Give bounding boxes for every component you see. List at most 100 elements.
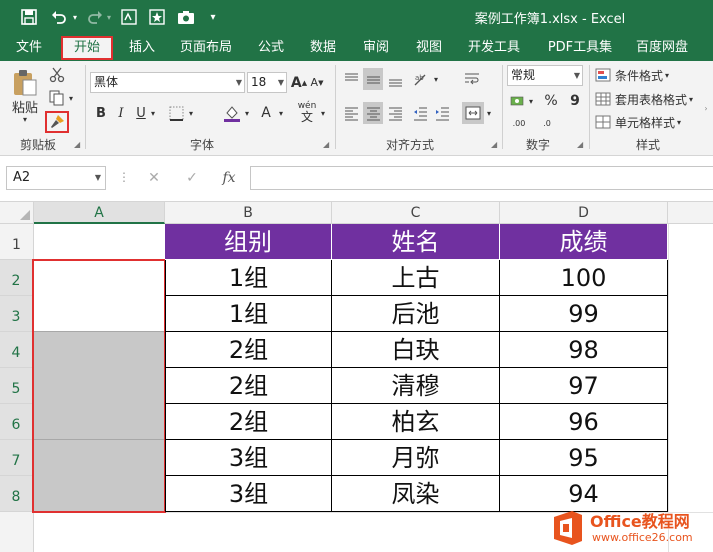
percent-button[interactable]: % [541, 91, 561, 111]
table-cell[interactable]: 96 [500, 404, 668, 440]
number-launcher-icon[interactable]: ◢ [577, 140, 583, 149]
redo-dropdown-icon[interactable]: ▾ [104, 6, 114, 28]
increase-decimal-button[interactable]: .00 [507, 113, 531, 133]
align-left-icon[interactable] [341, 102, 361, 124]
table-cell[interactable]: 1组 [165, 260, 332, 296]
grow-font-button[interactable]: A ▲ [291, 72, 307, 93]
cell-styles-button[interactable]: 单元格样式 ▾ [595, 112, 687, 132]
column-header-a[interactable]: A [34, 202, 165, 224]
accounting-icon[interactable] [507, 91, 527, 111]
table-cell[interactable]: 95 [500, 440, 668, 476]
font-name-select[interactable]: 黑体 ▼ [90, 72, 245, 93]
row-header-9[interactable] [0, 512, 34, 552]
row-header-8[interactable]: 8 [0, 476, 34, 512]
table-cell[interactable]: 3组 [165, 440, 332, 476]
phonetic-button[interactable]: wén 文 [296, 100, 318, 124]
table-cell[interactable]: 上古 [332, 260, 500, 296]
cut-icon[interactable] [47, 65, 67, 85]
align-center-icon[interactable] [363, 102, 383, 124]
font-color-dropdown-icon[interactable]: ▾ [277, 106, 285, 120]
cancel-edit-button[interactable]: ✕ [143, 168, 165, 188]
table-cell[interactable]: 99 [500, 296, 668, 332]
font-size-select[interactable]: 18 ▼ [247, 72, 287, 93]
table-cell[interactable]: 2组 [165, 368, 332, 404]
wrap-text-icon[interactable] [462, 68, 482, 90]
table-header-cell[interactable]: 组别 [165, 224, 332, 260]
underline-button[interactable]: U [133, 102, 149, 124]
increase-indent-icon[interactable] [432, 102, 452, 124]
save-icon[interactable] [18, 6, 40, 28]
row-header-5[interactable]: 5 [0, 368, 34, 404]
table-cell[interactable]: 清穆 [332, 368, 500, 404]
shrink-font-button[interactable]: A ▼ [309, 72, 325, 93]
table-cell[interactable]: 3组 [165, 476, 332, 512]
border-dropdown-icon[interactable]: ▾ [187, 106, 195, 120]
tab-file[interactable]: 文件 [8, 34, 50, 61]
table-cell[interactable]: 凤染 [332, 476, 500, 512]
tab-view[interactable]: 视图 [408, 34, 450, 61]
paste-button[interactable]: 粘贴 [8, 65, 42, 119]
tab-home[interactable]: 开始 [61, 36, 113, 60]
tab-data[interactable]: 数据 [302, 34, 344, 61]
conditional-formatting-button[interactable]: 条件格式 ▾ [595, 65, 687, 85]
decrease-indent-icon[interactable] [410, 102, 430, 124]
table-cell[interactable]: 98 [500, 332, 668, 368]
tab-formulas[interactable]: 公式 [250, 34, 292, 61]
orientation-icon[interactable]: ab [410, 68, 432, 90]
camera-icon[interactable] [174, 6, 198, 28]
insert-function-button[interactable]: fx [217, 168, 241, 188]
format-painter-button[interactable] [45, 111, 69, 133]
fill-color-icon[interactable] [222, 102, 242, 124]
undo-icon[interactable] [48, 6, 70, 28]
phonetic-dropdown-icon[interactable]: ▾ [319, 106, 327, 120]
align-top-icon[interactable] [341, 68, 361, 90]
confirm-edit-button[interactable]: ✓ [181, 168, 203, 188]
row-header-3[interactable]: 3 [0, 296, 34, 332]
copy-icon[interactable] [47, 88, 67, 108]
number-format-select[interactable]: 常规 ▼ [507, 65, 583, 86]
clipboard-launcher-icon[interactable]: ◢ [74, 140, 80, 149]
comma-style-button[interactable]: 9 [565, 91, 585, 111]
align-bottom-icon[interactable] [385, 68, 405, 90]
row-header-1[interactable]: 1 [0, 224, 34, 260]
form-icon[interactable] [118, 6, 140, 28]
table-cell[interactable]: 2组 [165, 404, 332, 440]
column-header-d[interactable]: D [500, 202, 668, 224]
font-launcher-icon[interactable]: ◢ [323, 140, 329, 149]
merge-dropdown-icon[interactable]: ▾ [485, 106, 493, 120]
select-all-corner[interactable] [0, 202, 34, 224]
table-header-cell[interactable]: 成绩 [500, 224, 668, 260]
undo-dropdown-icon[interactable]: ▾ [70, 6, 80, 28]
tab-developer[interactable]: 开发工具 [462, 34, 526, 61]
bold-button[interactable]: B [93, 102, 109, 124]
favorite-star-icon[interactable] [146, 6, 168, 28]
format-as-table-button[interactable]: 套用表格格式 ▾ [595, 89, 701, 109]
tab-insert[interactable]: 插入 [120, 34, 164, 61]
table-header-cell[interactable]: 姓名 [332, 224, 500, 260]
column-header-e[interactable] [668, 202, 713, 224]
collapse-ribbon-icon[interactable]: › [700, 61, 712, 156]
decrease-decimal-button[interactable]: .0 [535, 113, 559, 133]
underline-dropdown-icon[interactable]: ▾ [149, 106, 157, 120]
tab-baidu-netdisk[interactable]: 百度网盘 [630, 34, 694, 61]
row-header-2[interactable]: 2 [0, 260, 34, 296]
table-cell[interactable]: 白玦 [332, 332, 500, 368]
row-header-7[interactable]: 7 [0, 440, 34, 476]
italic-button[interactable]: I [113, 102, 129, 124]
merge-center-button[interactable] [462, 102, 484, 124]
font-color-button[interactable]: A [257, 102, 275, 124]
tab-pdf-tools[interactable]: PDF工具集 [540, 34, 620, 61]
table-cell[interactable]: 100 [500, 260, 668, 296]
table-cell[interactable]: 后池 [332, 296, 500, 332]
table-cell[interactable]: 1组 [165, 296, 332, 332]
orientation-dropdown-icon[interactable]: ▾ [432, 72, 440, 86]
formula-input[interactable] [250, 166, 713, 190]
row-header-6[interactable]: 6 [0, 404, 34, 440]
table-cell[interactable]: 97 [500, 368, 668, 404]
paste-dropdown-icon[interactable]: ▾ [18, 113, 32, 125]
tab-review[interactable]: 审阅 [355, 34, 397, 61]
tab-page-layout[interactable]: 页面布局 [174, 34, 238, 61]
align-right-icon[interactable] [385, 102, 405, 124]
fill-color-dropdown-icon[interactable]: ▾ [243, 106, 251, 120]
alignment-launcher-icon[interactable]: ◢ [491, 140, 497, 149]
